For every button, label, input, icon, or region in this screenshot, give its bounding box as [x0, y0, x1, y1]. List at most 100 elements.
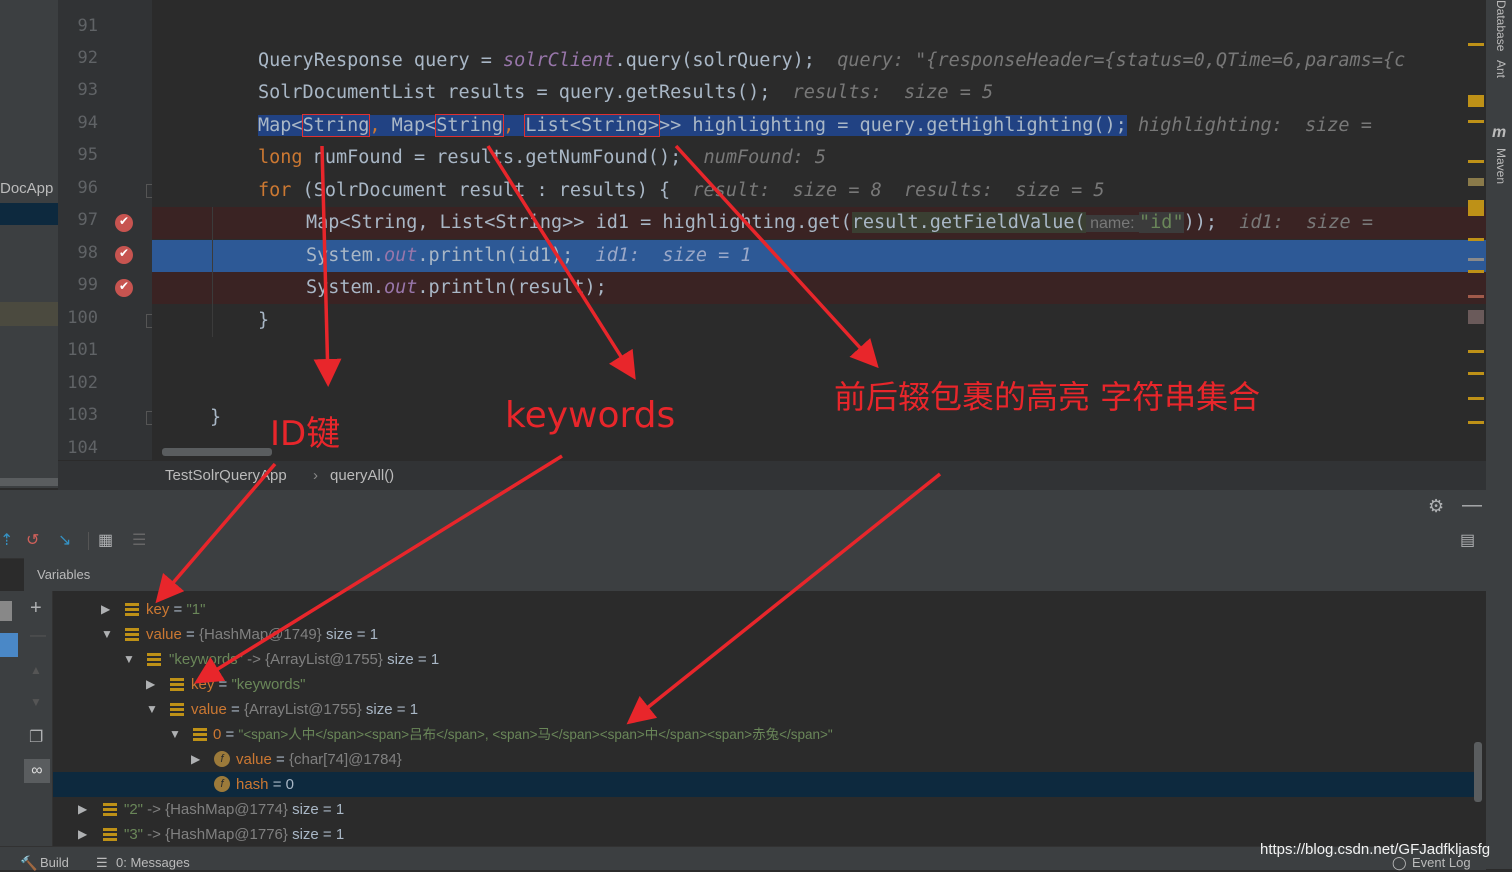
- messages-tab[interactable]: 0: Messages: [116, 855, 190, 870]
- annotated-string-type: String: [435, 114, 505, 137]
- tool-window-ant[interactable]: Ant: [1494, 60, 1508, 78]
- copy-icon[interactable]: ❐: [29, 727, 43, 747]
- project-selection: [0, 203, 58, 225]
- tree-row[interactable]: ▼ value = {ArrayList@1755} size = 1: [53, 697, 1476, 722]
- tree-row[interactable]: ▶ "2" -> {HashMap@1774} size = 1: [53, 797, 1476, 822]
- code-line-103: }: [210, 407, 222, 428]
- breadcrumb: TestSolrQueryApp › queryAll(): [58, 460, 1486, 491]
- gear-icon[interactable]: ⚙: [1428, 496, 1444, 517]
- variables-scrollbar[interactable]: [1474, 742, 1482, 802]
- line-number: 103: [67, 405, 98, 425]
- line-number: 92: [77, 48, 98, 68]
- line-number: 99: [77, 275, 98, 295]
- tool-window-maven[interactable]: Maven: [1494, 148, 1508, 184]
- expand-icon[interactable]: ▶: [146, 672, 155, 697]
- frame-selected-icon[interactable]: [0, 633, 18, 657]
- right-tool-strip: Database Ant m Maven: [1486, 0, 1512, 869]
- line-number: 98: [77, 243, 98, 263]
- variables-title: Variables: [37, 567, 91, 582]
- layout-icon[interactable]: ▤: [1460, 530, 1475, 550]
- breakpoint-icon[interactable]: [115, 214, 133, 232]
- field-icon: [170, 703, 184, 716]
- minimize-icon[interactable]: —: [1462, 494, 1482, 517]
- trace-icon[interactable]: ☰: [132, 530, 146, 550]
- code-line-92: QueryResponse query = solrClient.query(s…: [258, 50, 1406, 71]
- code-line-100: }: [258, 310, 270, 331]
- expand-icon[interactable]: ▶: [78, 797, 87, 822]
- annotation-id-key: ID键: [270, 414, 341, 454]
- move-up-icon[interactable]: ▲: [30, 663, 42, 677]
- move-down-icon[interactable]: ▼: [30, 695, 42, 709]
- filter-icon[interactable]: [0, 601, 12, 621]
- project-panel-strip: DocApp: [0, 0, 58, 488]
- tree-row[interactable]: ▼ value = {HashMap@1749} size = 1: [53, 622, 1476, 647]
- tree-row[interactable]: ▶ f value = {char[74]@1784}: [53, 747, 1476, 772]
- step-out-icon[interactable]: ⇡: [0, 530, 13, 550]
- field-icon: [147, 653, 161, 666]
- remove-watch-icon[interactable]: —: [30, 627, 46, 645]
- code-editor[interactable]: QueryResponse query = solrClient.query(s…: [152, 0, 1486, 460]
- breakpoint-icon[interactable]: [115, 246, 133, 264]
- debug-toolbar: ⇡ ↺ ↘ ▦ ☰ ▤: [0, 524, 1486, 559]
- debug-panel-header: ⚙ —: [0, 490, 1486, 524]
- code-line-96: for (SolrDocument result : results) { re…: [258, 180, 1105, 201]
- line-number: 101: [67, 340, 98, 360]
- line-number: 100: [67, 308, 98, 328]
- field-icon: [103, 828, 117, 841]
- expand-icon[interactable]: ▶: [191, 747, 200, 772]
- code-line-95: long numFound = results.getNumFound(); n…: [258, 147, 827, 168]
- line-number: 102: [67, 373, 98, 393]
- field-f-icon: f: [214, 751, 230, 767]
- breadcrumb-method[interactable]: queryAll(): [330, 467, 394, 484]
- code-line-98: System.out.println(id1); id1: size = 1: [306, 245, 752, 266]
- breadcrumb-separator: ›: [313, 467, 318, 484]
- project-scrollbar[interactable]: [0, 478, 58, 486]
- line-number: 96: [77, 178, 98, 198]
- add-watch-icon[interactable]: +: [30, 597, 42, 620]
- collapse-icon[interactable]: ▼: [169, 722, 181, 747]
- annotated-list-type: List<String>: [524, 114, 660, 137]
- line-number: 104: [67, 438, 98, 458]
- breadcrumb-file[interactable]: TestSolrQueryApp: [165, 467, 287, 484]
- hammer-icon: 🔨: [20, 855, 38, 871]
- drop-frame-icon[interactable]: ↺: [26, 530, 39, 550]
- expand-icon[interactable]: ▶: [78, 822, 87, 846]
- editor-hscrollbar[interactable]: [162, 448, 272, 456]
- collapse-icon[interactable]: ▼: [101, 622, 113, 647]
- annotation-keywords: keywords: [505, 395, 676, 436]
- variables-tree[interactable]: ▶ key = "1" ▼ value = {HashMap@1749} siz…: [53, 591, 1476, 846]
- collapse-icon[interactable]: ▼: [146, 697, 158, 722]
- field-icon: [125, 603, 139, 616]
- project-highlight: [0, 302, 58, 326]
- debug-side-tools: [0, 591, 24, 846]
- collapse-icon[interactable]: ▼: [123, 647, 135, 672]
- code-line-94: Map<String, Map<String, List<String>>> h…: [258, 114, 1383, 137]
- show-watches-icon[interactable]: ∞: [24, 759, 50, 783]
- annotation-highlight: 前后辍包裹的高亮 字符串集合: [834, 378, 1261, 416]
- tree-row-selected[interactable]: f hash = 0: [53, 772, 1476, 797]
- line-number: 91: [77, 16, 98, 36]
- field-icon: [125, 628, 139, 641]
- line-number: 94: [77, 113, 98, 133]
- code-line-97: Map<String, List<String>> id1 = highligh…: [306, 212, 1385, 233]
- breakpoint-icon[interactable]: [115, 279, 133, 297]
- field-f-icon: f: [214, 776, 230, 792]
- maven-icon: m: [1492, 124, 1507, 141]
- run-to-cursor-icon[interactable]: ↘: [58, 530, 71, 550]
- tool-window-database[interactable]: Database: [1494, 0, 1508, 51]
- code-line-99: System.out.println(result);: [306, 277, 607, 298]
- project-label[interactable]: DocApp: [0, 180, 53, 197]
- field-icon: [103, 803, 117, 816]
- variables-side-tools: + — ▲ ▼ ❐ ∞: [24, 591, 53, 846]
- code-line-93: SolrDocumentList results = query.getResu…: [258, 82, 994, 103]
- expand-icon[interactable]: ▶: [101, 597, 110, 622]
- field-icon: [193, 728, 207, 741]
- evaluate-expression-icon[interactable]: ▦: [98, 530, 113, 550]
- build-tab[interactable]: Build: [40, 855, 69, 870]
- tree-row[interactable]: ▼ 0 = "<span>人中</span><span>吕布</span>, <…: [53, 722, 1476, 747]
- tree-row[interactable]: ▶ key = "keywords": [53, 672, 1476, 697]
- tree-row[interactable]: ▼ "keywords" -> {ArrayList@1755} size = …: [53, 647, 1476, 672]
- line-number: 95: [77, 145, 98, 165]
- watermark: https://blog.csdn.net/GFJadfkljasfg: [1260, 841, 1491, 858]
- tree-row[interactable]: ▶ key = "1": [53, 597, 1476, 622]
